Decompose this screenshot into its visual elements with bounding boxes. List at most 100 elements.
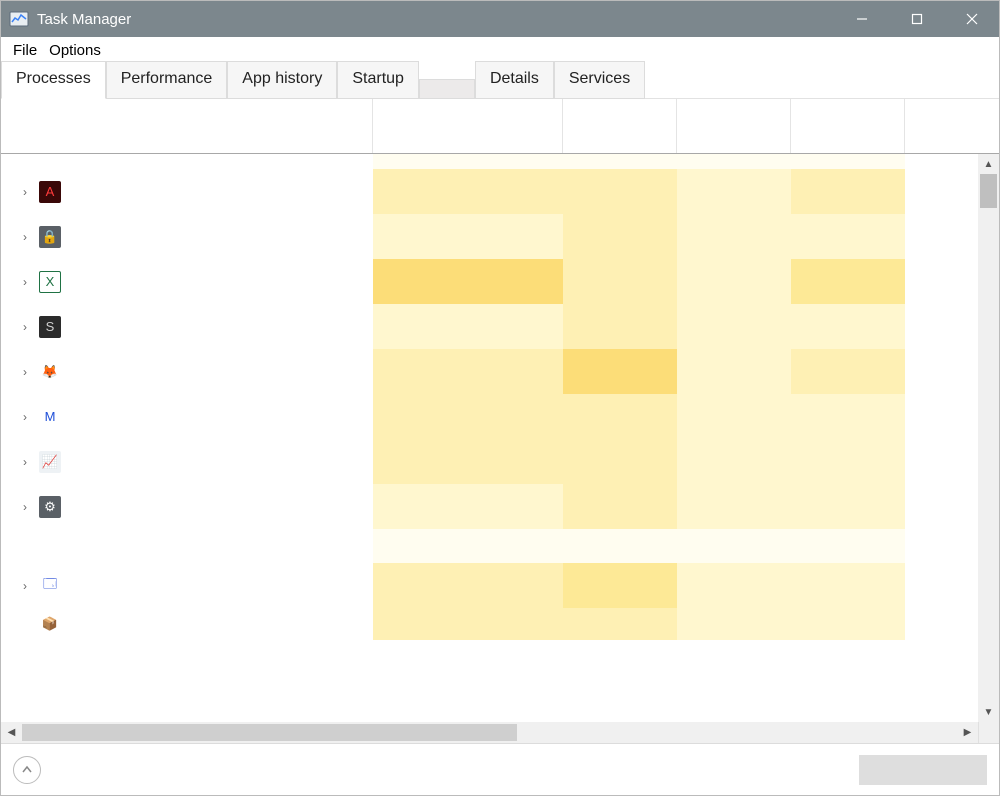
expand-chevron-icon[interactable]: ›: [19, 456, 31, 468]
process-name-cell: ›M: [1, 394, 373, 439]
process-list: ›A›🔒›X›S›🦊›M›📈›⚙›🗔📦 ▲ ▼: [1, 154, 999, 722]
heat-cell: [677, 349, 791, 394]
minimize-button[interactable]: [834, 1, 889, 37]
expand-chevron-icon[interactable]: ›: [19, 276, 31, 288]
heat-cell: [373, 349, 563, 394]
heat-cell: [677, 259, 791, 304]
scrollbar-corner: [978, 722, 999, 743]
heat-cell: [905, 304, 965, 349]
heat-cell: [791, 394, 905, 439]
process-row[interactable]: ›📈: [1, 439, 978, 484]
wampserver-icon: 📦: [39, 613, 61, 635]
heat-cell: [563, 439, 677, 484]
expand-chevron-icon[interactable]: ›: [19, 186, 31, 198]
process-name-cell: ›🔒: [1, 214, 373, 259]
expand-chevron-icon[interactable]: ›: [19, 366, 31, 378]
heat-cell: [563, 563, 677, 608]
process-row[interactable]: [1, 529, 978, 563]
process-row[interactable]: ›🦊: [1, 349, 978, 394]
menu-options[interactable]: Options: [45, 40, 105, 61]
titlebar[interactable]: Task Manager: [1, 1, 999, 37]
process-row[interactable]: ›⚙: [1, 484, 978, 529]
window-title: Task Manager: [37, 11, 131, 28]
malwarebytes-icon: M: [39, 406, 61, 428]
heat-cell: [373, 394, 563, 439]
vertical-scroll-thumb[interactable]: [980, 174, 997, 208]
heat-cell: [791, 304, 905, 349]
heat-cell: [905, 169, 965, 214]
heat-cell: [791, 169, 905, 214]
heat-cell: [563, 529, 677, 563]
column-header-4[interactable]: [791, 99, 905, 153]
heat-cell: [905, 259, 965, 304]
process-row[interactable]: ›🔒: [1, 214, 978, 259]
expand-chevron-icon[interactable]: ›: [19, 501, 31, 513]
column-header-row: [1, 99, 999, 154]
heat-cell: [563, 214, 677, 259]
process-name-cell: [1, 529, 373, 563]
horizontal-scrollbar[interactable]: ◀ ▶: [1, 722, 999, 743]
vertical-scrollbar[interactable]: ▲ ▼: [978, 154, 999, 722]
heat-cell: [677, 608, 791, 640]
process-row[interactable]: ›🗔: [1, 563, 978, 608]
tab-app-history[interactable]: App history: [227, 61, 337, 99]
tab-startup[interactable]: Startup: [337, 61, 419, 99]
scroll-down-arrow-icon[interactable]: ▼: [978, 702, 999, 722]
scroll-left-arrow-icon[interactable]: ◀: [1, 722, 22, 743]
heat-cell: [373, 304, 563, 349]
horizontal-scroll-thumb[interactable]: [22, 724, 517, 741]
task-manager-window: Task Manager File Options ProcessesPerfo…: [0, 0, 1000, 796]
tab-blank[interactable]: [419, 79, 475, 99]
heat-cell: [677, 394, 791, 439]
process-row[interactable]: ›X: [1, 259, 978, 304]
firefox-icon: 🦊: [39, 361, 61, 383]
expand-chevron-icon[interactable]: ›: [19, 411, 31, 423]
process-row[interactable]: ›A: [1, 169, 978, 214]
tab-details[interactable]: Details: [475, 61, 554, 99]
heat-cell: [373, 169, 563, 214]
heat-cell: [373, 563, 563, 608]
heat-cell: [905, 608, 965, 640]
heat-cell: [905, 214, 965, 259]
tab-performance[interactable]: Performance: [106, 61, 228, 99]
column-header-5[interactable]: [905, 99, 965, 153]
column-header-name[interactable]: [1, 99, 373, 153]
menu-file[interactable]: File: [9, 40, 41, 61]
fewer-details-button[interactable]: [13, 756, 41, 784]
maximize-button[interactable]: [889, 1, 944, 37]
heat-cell: [905, 484, 965, 529]
tabbar: ProcessesPerformanceApp historyStartup D…: [1, 63, 999, 99]
expand-chevron-icon[interactable]: ›: [19, 580, 31, 592]
process-name-cell: 📦: [1, 608, 373, 640]
task-manager-icon: 📈: [39, 451, 61, 473]
column-header-2[interactable]: [563, 99, 677, 153]
heat-cell: [791, 214, 905, 259]
process-row[interactable]: ›M: [1, 394, 978, 439]
column-header-3[interactable]: [677, 99, 791, 153]
column-header-1[interactable]: [373, 99, 563, 153]
expand-chevron-icon[interactable]: ›: [19, 231, 31, 243]
scroll-right-arrow-icon[interactable]: ▶: [957, 722, 978, 743]
heat-cell: [905, 394, 965, 439]
heat-cell: [677, 529, 791, 563]
process-name-cell: ›X: [1, 259, 373, 304]
heat-cell: [791, 349, 905, 394]
heat-cell: [373, 608, 563, 640]
heat-cell: [791, 608, 905, 640]
process-name-cell: ›⚙: [1, 484, 373, 529]
horizontal-scroll-track[interactable]: [22, 722, 957, 743]
process-name-cell: ›S: [1, 304, 373, 349]
expand-chevron-icon[interactable]: ›: [19, 321, 31, 333]
vertical-scroll-track[interactable]: [978, 174, 999, 702]
tab-services[interactable]: Services: [554, 61, 645, 99]
heat-cell: [373, 214, 563, 259]
process-row[interactable]: 📦: [1, 608, 978, 640]
heat-cell: [905, 529, 965, 563]
close-button[interactable]: [944, 1, 999, 37]
end-task-button[interactable]: [859, 755, 987, 785]
process-row[interactable]: ›S: [1, 304, 978, 349]
scroll-up-arrow-icon[interactable]: ▲: [978, 154, 999, 174]
heat-cell: [563, 394, 677, 439]
tab-processes[interactable]: Processes: [1, 61, 106, 99]
process-name-cell: ›A: [1, 169, 373, 214]
